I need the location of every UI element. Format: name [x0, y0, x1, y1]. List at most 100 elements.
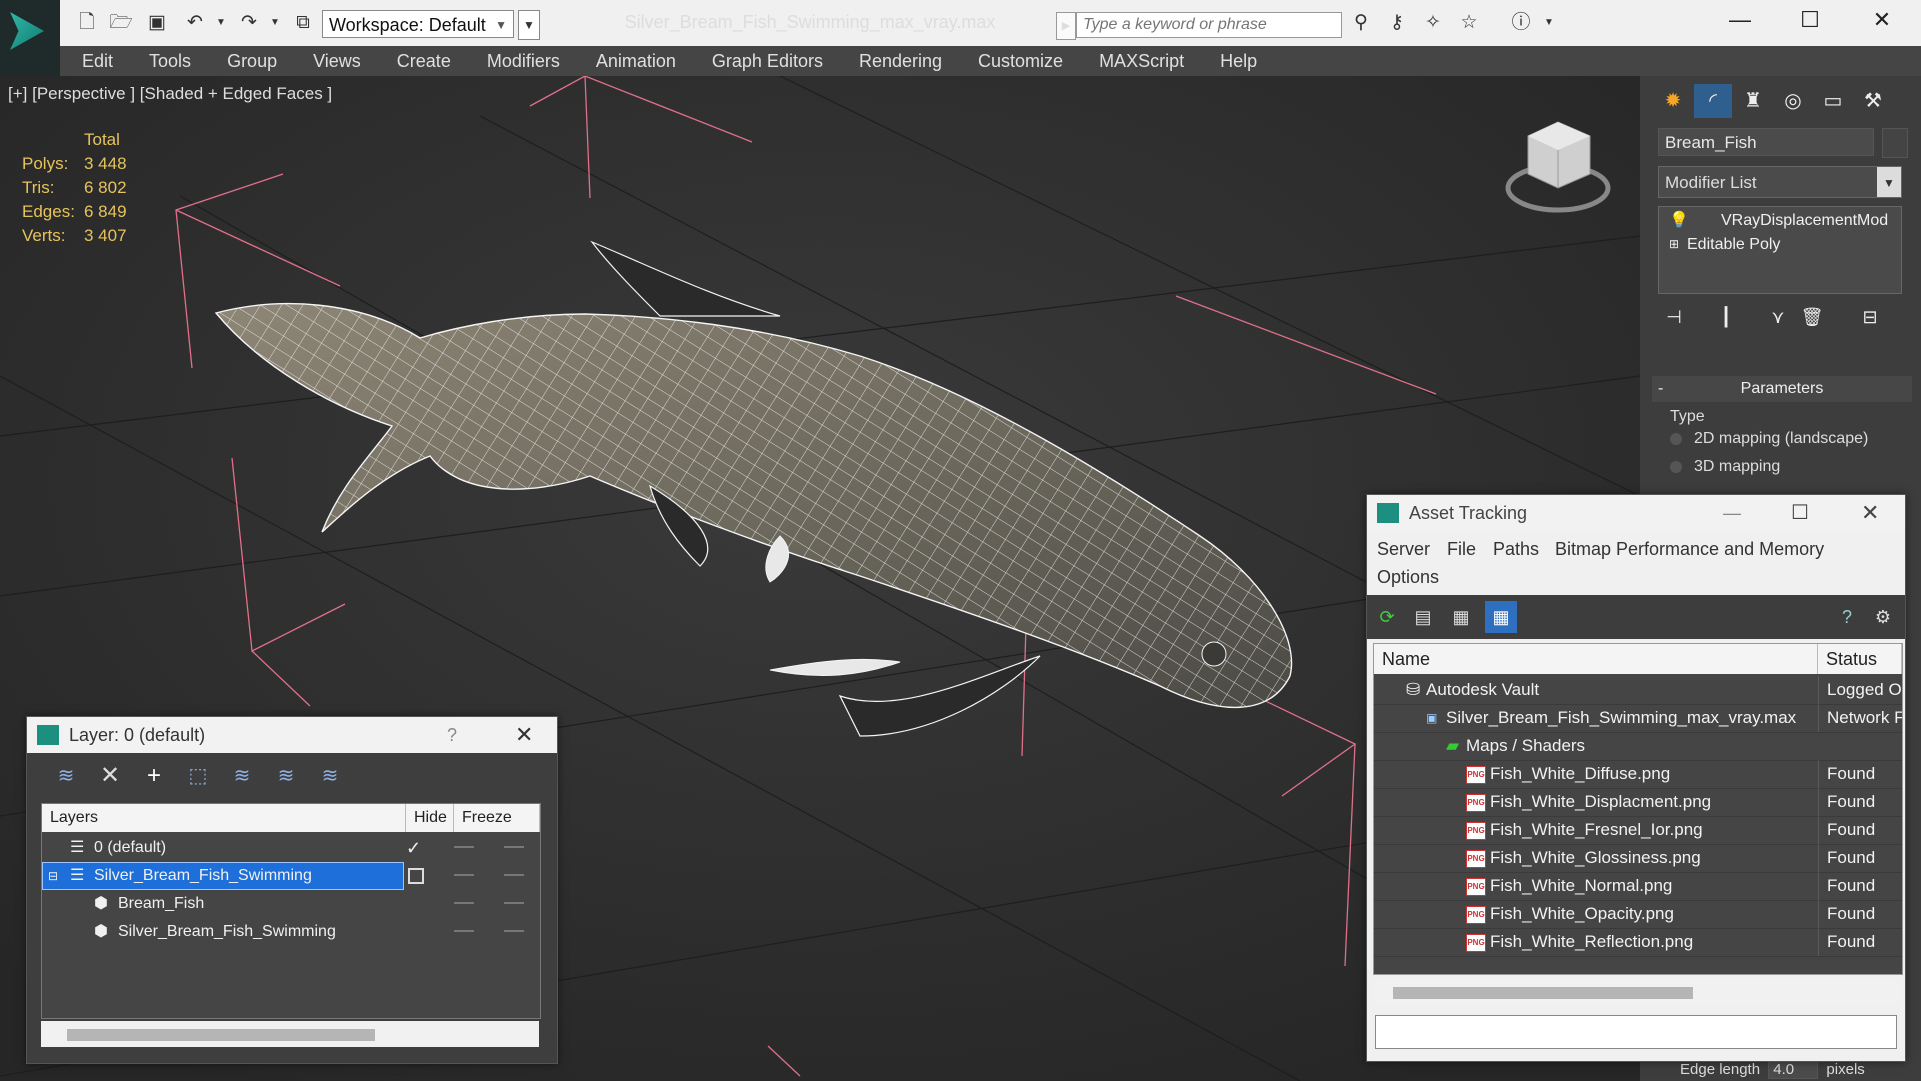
communication-center-icon[interactable]: ✧	[1420, 10, 1446, 36]
asset-menu-paths[interactable]: Paths	[1493, 539, 1539, 560]
asset-row-vault[interactable]: ⛁ Autodesk Vault Logged O	[1374, 676, 1902, 705]
asset-window-titlebar[interactable]: Asset Tracking — ☐ ✕	[1367, 495, 1905, 531]
current-layer-box-icon[interactable]	[408, 868, 424, 884]
horizontal-scrollbar[interactable]	[41, 1021, 539, 1047]
key-icon[interactable]: ⚷	[1384, 10, 1410, 36]
layer-row-silver-bream-object[interactable]: ⬢ Silver_Bream_Fish_Swimming	[42, 918, 540, 946]
make-unique-icon[interactable]: ⋎	[1762, 302, 1794, 332]
asset-menu-options[interactable]: Options	[1377, 567, 1439, 588]
search-expand-icon[interactable]: ▶	[1056, 12, 1076, 40]
hide-toggle[interactable]	[454, 902, 474, 904]
menu-graph-editors[interactable]: Graph Editors	[694, 46, 841, 76]
workspace-menu-button[interactable]: ▼	[518, 10, 540, 40]
create-tab-icon[interactable]: ✹	[1654, 84, 1692, 118]
help-dropdown-icon[interactable]: ▼	[1536, 10, 1562, 36]
asset-row-texture[interactable]: PNG Fish_White_Glossiness.png Found	[1374, 844, 1902, 873]
column-header-layers[interactable]: Layers	[42, 804, 406, 832]
lightbulb-icon[interactable]: 💡	[1669, 209, 1689, 232]
close-icon[interactable]: ✕	[1861, 495, 1879, 531]
menu-group[interactable]: Group	[209, 46, 295, 76]
menu-help[interactable]: Help	[1202, 46, 1275, 76]
hierarchy-tab-icon[interactable]: ♜	[1734, 84, 1772, 118]
asset-row-texture[interactable]: PNG Fish_White_Reflection.png Found	[1374, 928, 1902, 957]
undo-icon[interactable]: ↶	[182, 10, 208, 36]
add-to-layer-icon[interactable]: +	[137, 759, 171, 793]
radio-button-icon[interactable]	[1670, 460, 1682, 473]
hide-toggle[interactable]	[454, 874, 474, 876]
redo-dropdown-icon[interactable]: ▼	[262, 10, 288, 36]
binoculars-icon[interactable]: ⚲	[1348, 10, 1374, 36]
redo-icon[interactable]: ↷	[236, 10, 262, 36]
asset-menu-server[interactable]: Server	[1377, 539, 1430, 560]
motion-tab-icon[interactable]: ◎	[1774, 84, 1812, 118]
hide-toggle[interactable]	[454, 846, 474, 848]
new-file-icon[interactable]: 🗋	[74, 10, 100, 36]
app-menu-button[interactable]	[0, 0, 60, 88]
project-folder-icon[interactable]: ⧉	[290, 10, 316, 36]
help-icon[interactable]: ⓘ	[1508, 10, 1534, 36]
asset-row-texture[interactable]: PNG Fish_White_Displacment.png Found	[1374, 788, 1902, 817]
menu-tools[interactable]: Tools	[131, 46, 209, 76]
asset-menu-file[interactable]: File	[1447, 539, 1476, 560]
freeze-toggle[interactable]	[504, 930, 524, 932]
scrollbar-thumb[interactable]	[1393, 987, 1693, 999]
expand-plus-icon[interactable]: ⊞	[1669, 233, 1679, 256]
asset-row-texture[interactable]: PNG Fish_White_Fresnel_Ior.png Found	[1374, 816, 1902, 845]
horizontal-scrollbar[interactable]	[1373, 979, 1901, 1005]
radio-3d-mapping[interactable]: 3D mapping	[1670, 458, 1780, 476]
list-view-icon[interactable]: ▤	[1407, 601, 1439, 633]
edge-length-field[interactable]: 4.0	[1768, 1060, 1819, 1079]
menu-customize[interactable]: Customize	[960, 46, 1081, 76]
radio-2d-mapping[interactable]: 2D mapping (landscape)	[1670, 430, 1868, 448]
column-header-name[interactable]: Name	[1374, 644, 1818, 674]
highlight-selected-icon[interactable]: ≋	[225, 759, 259, 793]
asset-row-maps-shaders[interactable]: ▰ Maps / Shaders	[1374, 732, 1902, 761]
asset-row-texture[interactable]: PNG Fish_White_Normal.png Found	[1374, 872, 1902, 901]
favorites-star-icon[interactable]: ☆	[1456, 10, 1482, 36]
minimize-button[interactable]: —	[1710, 2, 1770, 38]
hide-toggle[interactable]	[454, 930, 474, 932]
stack-item-editable-poly[interactable]: ⊞ Editable Poly	[1661, 233, 1899, 256]
checkmark-icon[interactable]: ✓	[406, 834, 421, 862]
asset-row-max-file[interactable]: ▣ Silver_Bream_Fish_Swimming_max_vray.ma…	[1374, 704, 1902, 733]
freeze-toggle[interactable]	[504, 846, 524, 848]
asset-row-texture[interactable]: PNG Fish_White_Diffuse.png Found	[1374, 760, 1902, 789]
display-tab-icon[interactable]: ▭	[1814, 84, 1852, 118]
menu-modifiers[interactable]: Modifiers	[469, 46, 578, 76]
stack-item-vraydisplacement[interactable]: 💡 VRayDisplacementMod	[1661, 209, 1899, 232]
layer-row-default[interactable]: ☰ 0 (default) ✓	[42, 834, 540, 862]
object-name-field[interactable]: Bream_Fish	[1658, 128, 1874, 156]
maximize-button[interactable]: ☐	[1780, 2, 1840, 38]
workspace-selector[interactable]: Workspace: Default ▼	[322, 10, 514, 38]
create-layer-icon[interactable]: ≋	[49, 759, 83, 793]
menu-views[interactable]: Views	[295, 46, 379, 76]
refresh-icon[interactable]: ⟳	[1371, 601, 1403, 633]
object-color-swatch[interactable]	[1882, 128, 1908, 158]
collapse-minus-icon[interactable]: ⊟	[48, 862, 58, 890]
parameters-rollout-header[interactable]: - Parameters	[1652, 376, 1912, 402]
freeze-toggle[interactable]	[504, 902, 524, 904]
menu-rendering[interactable]: Rendering	[841, 46, 960, 76]
modify-tab-icon[interactable]: ◜	[1694, 84, 1732, 118]
layer-row-bream-fish[interactable]: ⬢ Bream_Fish	[42, 890, 540, 918]
scrollbar-thumb[interactable]	[67, 1029, 375, 1041]
freeze-all-layers-icon[interactable]: ≋	[313, 759, 347, 793]
column-header-status[interactable]: Status	[1818, 644, 1902, 674]
settings-help-icon[interactable]: ⚙	[1867, 601, 1899, 633]
select-objects-icon[interactable]: ⬚	[181, 759, 215, 793]
utilities-tab-icon[interactable]: ⚒	[1854, 84, 1892, 118]
close-icon[interactable]: ✕	[515, 717, 533, 753]
modifier-list-dropdown[interactable]: Modifier List ▼	[1658, 166, 1902, 198]
freeze-toggle[interactable]	[504, 874, 524, 876]
menu-create[interactable]: Create	[379, 46, 469, 76]
maximize-button[interactable]: ☐	[1791, 495, 1809, 531]
show-end-result-icon[interactable]: ┃	[1710, 302, 1742, 332]
minimize-button[interactable]: —	[1723, 495, 1741, 531]
help-icon[interactable]: ?	[1831, 601, 1863, 633]
remove-modifier-icon[interactable]: 🗑	[1796, 302, 1828, 332]
column-header-hide[interactable]: Hide	[406, 804, 454, 832]
delete-layer-icon[interactable]: ✕	[93, 759, 127, 793]
layer-row-silver-bream[interactable]: ⊟ ☰ Silver_Bream_Fish_Swimming	[42, 862, 540, 890]
asset-path-field[interactable]	[1375, 1015, 1897, 1049]
undo-dropdown-icon[interactable]: ▼	[208, 10, 234, 36]
